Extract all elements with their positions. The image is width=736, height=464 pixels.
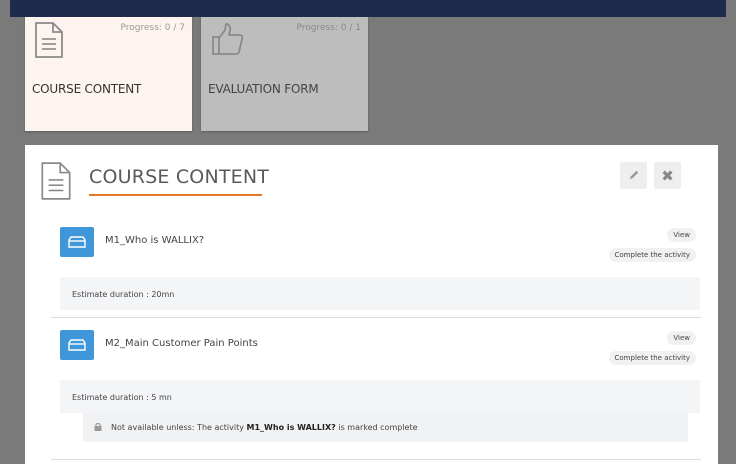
restriction-notice: Not available unless: The activity M1_Wh… — [83, 412, 688, 442]
duration-box: Estimate duration : 20mn — [60, 277, 700, 310]
activity-icon[interactable] — [60, 330, 94, 360]
close-icon: ✖ — [661, 166, 674, 185]
restriction-activity-name: M1_Who is WALLIX? — [246, 423, 336, 432]
duration-text: Estimate duration : 20mn — [72, 290, 175, 299]
restriction-prefix: Not available unless: The activity — [111, 423, 247, 432]
document-icon — [34, 21, 64, 63]
title-underline — [89, 194, 262, 196]
tile-label: COURSE CONTENT — [32, 82, 142, 96]
thumbs-up-icon — [210, 21, 246, 61]
close-button[interactable]: ✖ — [654, 162, 681, 189]
duration-box: Estimate duration : 5 mn — [60, 380, 700, 413]
restriction-text: Not available unless: The activity M1_Wh… — [111, 423, 418, 432]
view-button[interactable]: View — [667, 331, 696, 345]
duration-text: Estimate duration : 5 mn — [72, 393, 172, 402]
restriction-suffix: is marked complete — [335, 423, 418, 432]
activity-link[interactable]: M1_Who is WALLIX? — [105, 235, 204, 246]
course-content-panel: COURSE CONTENT ✖ M1_Who is WALLIX? View … — [25, 145, 718, 464]
document-icon — [40, 161, 72, 205]
top-navigation-bar — [10, 0, 726, 17]
tile-label: EVALUATION FORM — [208, 82, 319, 96]
divider — [51, 317, 701, 318]
tile-progress: Progress: 0 / 1 — [296, 23, 361, 33]
complete-activity-button[interactable]: Complete the activity — [608, 248, 696, 262]
section-tile-course-content[interactable]: Progress: 0 / 7 COURSE CONTENT — [25, 17, 192, 131]
tile-progress: Progress: 0 / 7 — [120, 23, 185, 33]
activity-icon[interactable] — [60, 227, 94, 257]
section-tile-evaluation-form[interactable]: Progress: 0 / 1 EVALUATION FORM — [201, 17, 368, 131]
pencil-icon — [628, 166, 640, 185]
activity-link[interactable]: M2_Main Customer Pain Points — [105, 338, 258, 349]
view-button[interactable]: View — [667, 228, 696, 242]
lock-icon — [94, 422, 102, 433]
panel-title: COURSE CONTENT — [89, 166, 270, 188]
complete-activity-button[interactable]: Complete the activity — [608, 351, 696, 365]
edit-button[interactable] — [620, 162, 647, 189]
divider — [51, 459, 701, 460]
